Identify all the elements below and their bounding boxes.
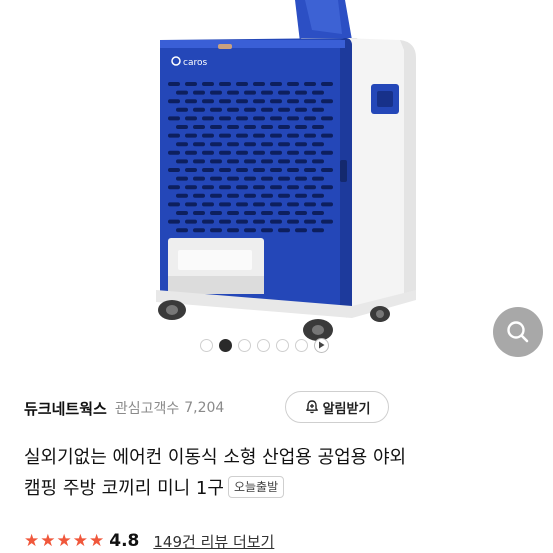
product-title-line-2: 캠핑 주방 코끼리 미니 1구 오늘출발 xyxy=(24,473,534,504)
rating-summary: ★ ★ ★ ★ ★ 4.8 149건 리뷰 더보기 xyxy=(24,528,274,553)
shipping-badge: 오늘출발 xyxy=(227,476,285,498)
play-icon xyxy=(319,341,325,349)
rating-stars: ★ ★ ★ ★ ★ xyxy=(24,530,105,551)
follower-label: 관심고객수 xyxy=(114,401,180,417)
seller-info: 듀크네트웍스 관심고객수 7,204 알림받기 xyxy=(24,391,553,425)
alert-button-label: 알림받기 xyxy=(322,401,371,417)
star-icon: ★ xyxy=(24,530,40,551)
gallery-pagination xyxy=(200,337,329,353)
star-icon: ★ xyxy=(89,530,105,551)
gallery-dot[interactable] xyxy=(257,338,270,352)
gallery-dot[interactable] xyxy=(295,338,308,352)
gallery-dot[interactable] xyxy=(219,338,232,352)
search-icon xyxy=(507,321,529,343)
star-icon: ★ xyxy=(40,530,56,551)
product-image-gallery[interactable]: caros xyxy=(0,0,553,362)
gallery-dot[interactable] xyxy=(200,338,213,352)
star-icon: ★ xyxy=(56,530,72,551)
product-title: 실외기없는 에어컨 이동식 소형 산업용 공업용 야외 캠핑 주방 코끼리 미니… xyxy=(24,442,534,504)
product-title-line-2-text: 캠핑 주방 코끼리 미니 1구 xyxy=(24,478,224,499)
autoplay-button[interactable] xyxy=(314,337,329,353)
product-title-line-1: 실외기없는 에어컨 이동식 소형 산업용 공업용 야외 xyxy=(24,447,407,468)
star-icon: ★ xyxy=(72,530,88,551)
rating-value: 4.8 xyxy=(109,531,140,551)
follower-count: 7,204 xyxy=(184,400,225,416)
alert-subscribe-button[interactable]: 알림받기 xyxy=(285,391,389,423)
gallery-dot[interactable] xyxy=(238,338,251,352)
bell-plus-icon xyxy=(305,400,318,414)
seller-name[interactable]: 듀크네트웍스 xyxy=(24,398,107,419)
zoom-button[interactable] xyxy=(493,307,543,357)
gallery-dot[interactable] xyxy=(276,338,289,352)
brand-logo-text: caros xyxy=(183,58,207,68)
review-link[interactable]: 149건 리뷰 더보기 xyxy=(153,531,274,552)
product-image: caros xyxy=(156,0,416,341)
